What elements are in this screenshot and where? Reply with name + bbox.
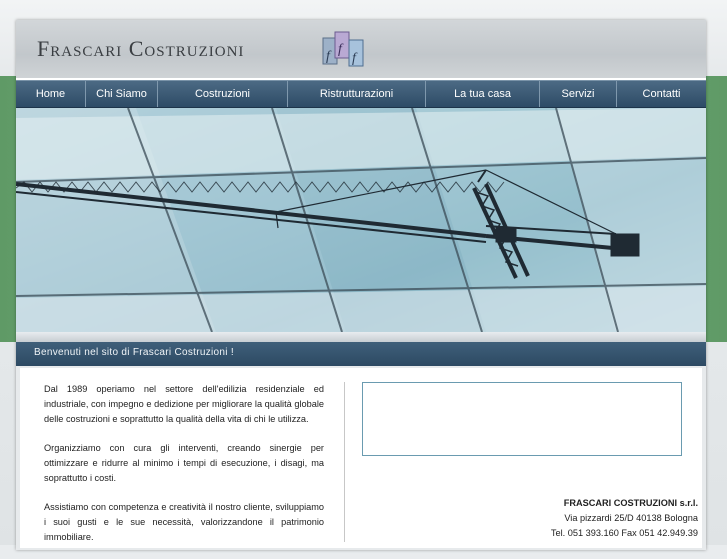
logo-mark-icon[interactable]: f f f	[321, 28, 369, 68]
company-phone-fax: Tel. 051 393.160 Fax 051 42.949.39	[550, 528, 698, 538]
intro-paragraph: Assistiamo con competenza e creatività i…	[44, 502, 324, 542]
hero-image-crane-reflection	[16, 108, 706, 332]
nav-item-contatti[interactable]: Contatti	[617, 81, 706, 107]
nav-item-ristrutturazioni[interactable]: Ristrutturazioni	[288, 81, 426, 107]
content-divider	[344, 382, 345, 542]
company-name: FRASCARI COSTRUZIONI s.r.l.	[563, 498, 698, 508]
nav-item-costruzioni[interactable]: Costruzioni	[158, 81, 288, 107]
company-info: FRASCARI COSTRUZIONI s.r.l. Via pizzardi…	[398, 496, 698, 541]
nav-item-chi-siamo[interactable]: Chi Siamo	[86, 81, 158, 107]
content-area: Dal 1989 operiamo nel settore dell'edili…	[16, 366, 706, 550]
welcome-bar: Benvenuti nel sito di Frascari Costruzio…	[16, 342, 706, 366]
intro-text: Dal 1989 operiamo nel settore dell'edili…	[44, 382, 324, 559]
intro-paragraph: Organizziamo con cura gli interventi, cr…	[44, 443, 324, 483]
nav-item-home[interactable]: Home	[16, 81, 86, 107]
content-panel: Dal 1989 operiamo nel settore dell'edili…	[20, 368, 702, 548]
intro-paragraph: Dal 1989 operiamo nel settore dell'edili…	[44, 384, 324, 424]
empty-content-box	[362, 382, 682, 456]
nav-item-servizi[interactable]: Servizi	[540, 81, 617, 107]
crane-reflection-illustration	[16, 108, 706, 332]
main-nav: Home Chi Siamo Costruzioni Ristrutturazi…	[16, 80, 706, 108]
nav-item-la-tua-casa[interactable]: La tua casa	[426, 81, 540, 107]
welcome-text: Benvenuti nel sito di Frascari Costruzio…	[34, 347, 234, 358]
site-logo-text[interactable]: Frascari Costruzioni	[37, 36, 244, 62]
site-header: Frascari Costruzioni f f f	[16, 20, 706, 78]
hero-base-strip	[16, 332, 706, 342]
site-frame: Frascari Costruzioni f f f Home Chi Siam…	[16, 20, 706, 550]
company-address: Via pizzardi 25/D 40138 Bologna	[564, 513, 698, 523]
